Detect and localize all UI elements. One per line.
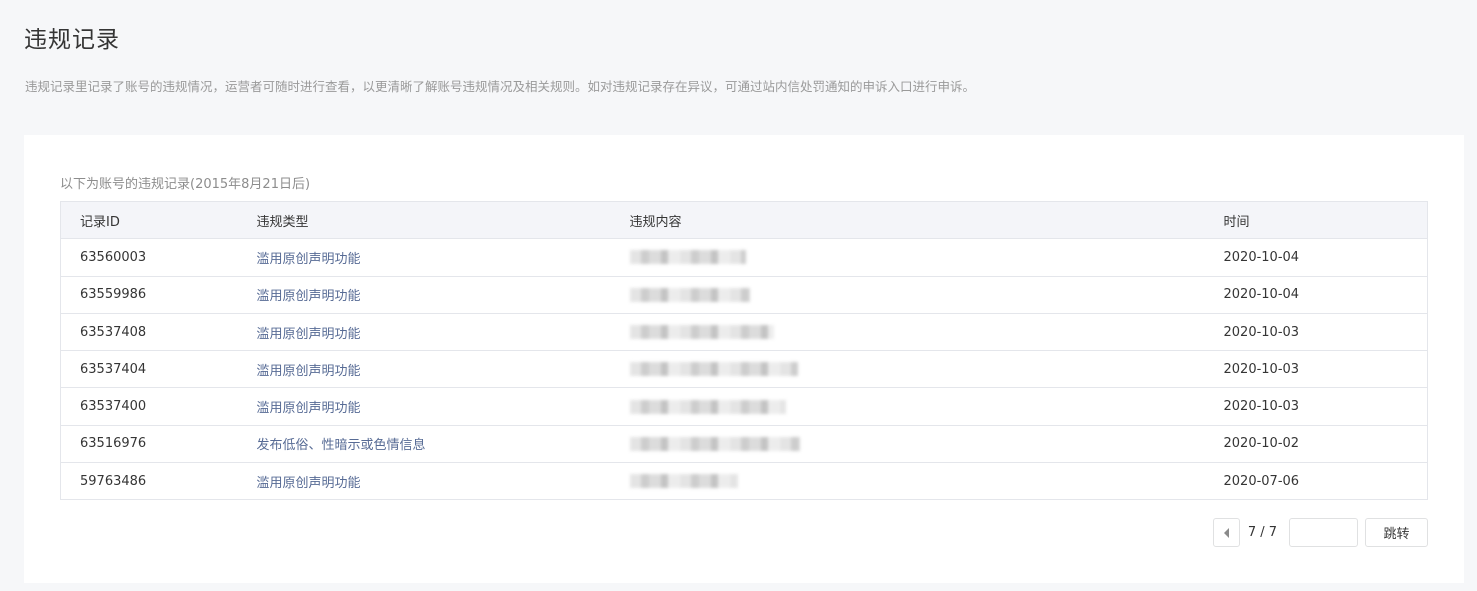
page-description: 违规记录里记录了账号的违规情况，运营者可随时进行查看，以更清晰了解账号违规情况及… <box>25 79 976 94</box>
violation-type-link[interactable]: 滥用原创声明功能 <box>256 350 630 389</box>
page-title: 违规记录 <box>24 27 120 53</box>
record-id-cell: 63560003 <box>60 238 257 277</box>
violation-type-link[interactable]: 滥用原创声明功能 <box>256 387 630 426</box>
table-caption: 以下为账号的违规记录(2015年8月21日后) <box>60 177 311 192</box>
redacted-content <box>629 362 798 377</box>
violation-type-link[interactable]: 滥用原创声明功能 <box>256 276 630 314</box>
column-header-type: 违规类型 <box>256 201 630 240</box>
violation-content-cell <box>629 313 1224 352</box>
violation-content-cell <box>629 462 1224 501</box>
redacted-content <box>629 250 746 265</box>
violation-type-link[interactable]: 滥用原创声明功能 <box>256 313 630 352</box>
violation-type-link[interactable]: 滥用原创声明功能 <box>256 238 630 277</box>
table-row: 63537400 滥用原创声明功能 2020-10-03 <box>60 387 1428 426</box>
violation-content-cell <box>629 350 1224 389</box>
record-time-cell: 2020-10-03 <box>1223 350 1428 389</box>
violation-records-table: 记录ID 违规类型 违规内容 时间 63560003 滥用原创声明功能 2020-1… <box>60 201 1428 501</box>
pagination: 7 / 7 跳转 <box>1212 518 1428 547</box>
redacted-content <box>629 474 738 489</box>
violation-content-cell <box>629 238 1224 277</box>
record-time-cell: 2020-10-03 <box>1223 387 1428 426</box>
table-row: 59763486 滥用原创声明功能 2020-07-06 <box>60 462 1428 501</box>
violation-type-link[interactable]: 滥用原创声明功能 <box>256 462 630 501</box>
column-header-time: 时间 <box>1223 201 1428 240</box>
table-row: 63560003 滥用原创声明功能 2020-10-04 <box>60 238 1428 277</box>
record-time-cell: 2020-10-02 <box>1223 425 1428 464</box>
violation-content-cell <box>629 276 1224 314</box>
table-header-row: 记录ID 违规类型 违规内容 时间 <box>60 201 1428 240</box>
caret-left-icon <box>1223 527 1229 538</box>
page-indicator: 7 / 7 <box>1247 525 1277 540</box>
record-id-cell: 63537404 <box>60 350 257 389</box>
record-id-cell: 63516976 <box>60 425 257 464</box>
page-number-input[interactable] <box>1289 518 1358 547</box>
table-row: 63559986 滥用原创声明功能 2020-10-04 <box>60 276 1428 314</box>
record-id-cell: 63559986 <box>60 276 257 314</box>
prev-page-button[interactable] <box>1212 518 1240 547</box>
violation-content-cell <box>629 387 1224 426</box>
column-header-content: 违规内容 <box>629 201 1224 240</box>
table-row: 63516976 发布低俗、性暗示或色情信息 2020-10-02 <box>60 425 1428 464</box>
redacted-content <box>629 325 774 340</box>
redacted-content <box>629 436 800 451</box>
record-id-cell: 63537408 <box>60 313 257 352</box>
record-id-cell: 63537400 <box>60 387 257 426</box>
record-time-cell: 2020-10-04 <box>1223 276 1428 314</box>
redacted-content <box>629 399 786 414</box>
jump-button[interactable]: 跳转 <box>1365 518 1428 547</box>
violation-type-link[interactable]: 发布低俗、性暗示或色情信息 <box>256 425 630 464</box>
records-card: 以下为账号的违规记录(2015年8月21日后) 记录ID 违规类型 违规内容 时… <box>24 135 1464 583</box>
table-row: 63537404 滥用原创声明功能 2020-10-03 <box>60 350 1428 389</box>
redacted-content <box>629 287 750 302</box>
column-header-id: 记录ID <box>60 201 257 240</box>
record-time-cell: 2020-10-03 <box>1223 313 1428 352</box>
record-time-cell: 2020-07-06 <box>1223 462 1428 501</box>
record-id-cell: 59763486 <box>60 462 257 501</box>
record-time-cell: 2020-10-04 <box>1223 238 1428 277</box>
violation-content-cell <box>629 425 1224 464</box>
table-row: 63537408 滥用原创声明功能 2020-10-03 <box>60 313 1428 352</box>
